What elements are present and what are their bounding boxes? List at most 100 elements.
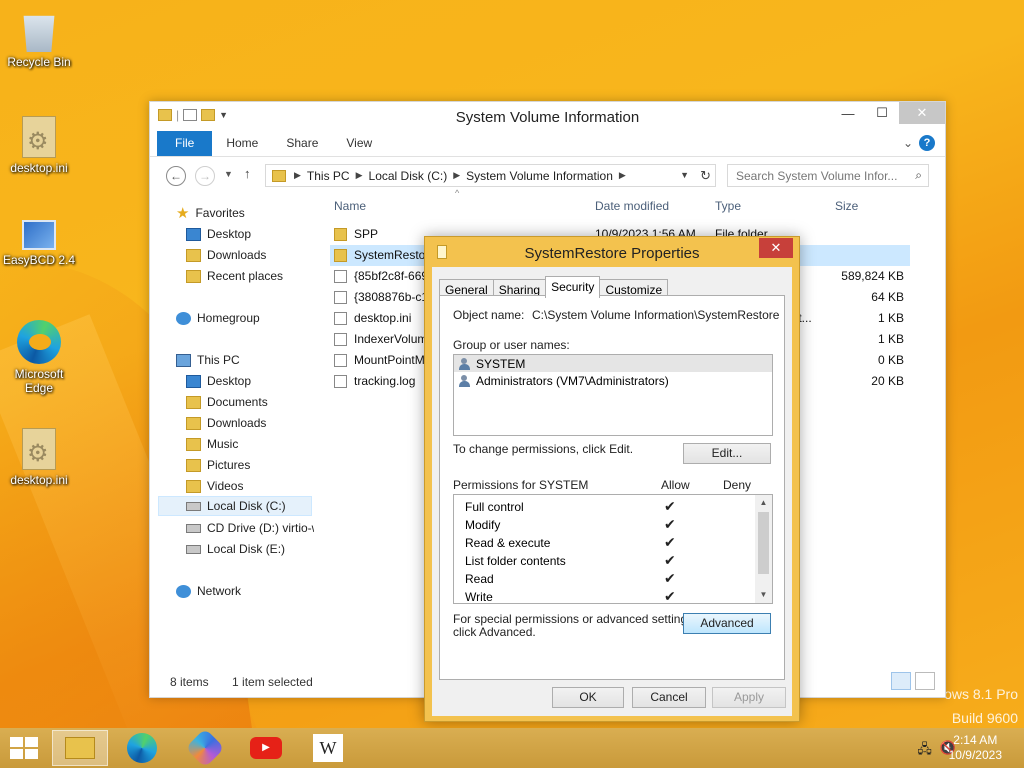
back-button[interactable]: ←: [166, 166, 186, 186]
desktop-icon-desktop-ini[interactable]: desktop.ini: [1, 116, 77, 175]
nav-pc-videos[interactable]: Videos: [186, 476, 243, 496]
dialog-body: General Sharing Security Customize Objec…: [432, 267, 792, 716]
clock[interactable]: 2:14 AM 10/9/2023: [949, 733, 1002, 763]
details-view-icon[interactable]: [891, 672, 911, 690]
explorer-titlebar[interactable]: | ▼ System Volume Information — ☐ ✕: [150, 102, 945, 131]
nav-label: Favorites: [195, 206, 245, 220]
forward-button[interactable]: →: [195, 166, 215, 186]
taskbar-wikipedia[interactable]: W: [300, 730, 356, 766]
wikipedia-icon: W: [313, 734, 343, 762]
file-name: {3808876b-c1: [354, 290, 429, 304]
permission-name: List folder contents: [465, 554, 566, 568]
breadcrumb-local-disk[interactable]: Local Disk (C:): [365, 169, 452, 183]
network-status-icon[interactable]: 🖧: [917, 740, 932, 762]
desktop-icon-label: desktop.ini: [10, 161, 68, 175]
expand-ribbon-icon[interactable]: ⌄: [903, 136, 913, 150]
search-icon[interactable]: ⌕: [915, 168, 922, 183]
nav-label: Homegroup: [197, 311, 260, 325]
file-list-header: Name ^ Date modified Type Size: [330, 188, 950, 216]
nav-pc-desktop[interactable]: Desktop: [186, 371, 251, 391]
address-dropdown-icon[interactable]: ▼: [680, 170, 689, 180]
desktop-icon-easybcd[interactable]: EasyBCD 2.4: [1, 214, 77, 267]
column-date-modified[interactable]: Date modified: [595, 199, 669, 213]
desktop-icon-desktop-ini-2[interactable]: desktop.ini: [1, 428, 77, 487]
tab-security[interactable]: Security: [545, 276, 601, 298]
permission-name: Read: [465, 572, 494, 586]
nav-pc-local-disk-c[interactable]: Local Disk (C:): [158, 496, 312, 516]
permission-row-full-control: Full control ✔: [454, 498, 772, 516]
nav-pc-documents[interactable]: Documents: [186, 392, 268, 412]
nav-fav-downloads[interactable]: Downloads: [186, 245, 266, 265]
dialog-close-button[interactable]: ✕: [759, 238, 793, 258]
dialog-titlebar[interactable]: SystemRestore Properties ✕: [425, 237, 799, 267]
user-row-administrators[interactable]: Administrators (VM7\Administrators): [454, 372, 772, 389]
column-type[interactable]: Type: [715, 199, 741, 213]
up-arrow-icon[interactable]: ↑: [244, 166, 251, 181]
tab-share[interactable]: Share: [272, 131, 332, 156]
scroll-up-icon[interactable]: ▲: [755, 495, 772, 511]
tab-file[interactable]: File: [157, 131, 213, 156]
breadcrumb-this-pc[interactable]: This PC: [303, 169, 354, 183]
nav-pc-local-disk-e[interactable]: Local Disk (E:): [186, 539, 285, 559]
nav-favorites[interactable]: ★ Favorites: [176, 203, 245, 223]
desktop-icon-recycle-bin[interactable]: Recycle Bin: [1, 8, 77, 69]
videos-folder-icon: [186, 479, 201, 493]
nav-fav-desktop[interactable]: Desktop: [186, 224, 251, 244]
taskbar-copilot[interactable]: [177, 728, 233, 768]
maximize-button[interactable]: ☐: [865, 102, 899, 124]
youtube-icon: ▶: [250, 737, 282, 759]
permissions-scrollbar[interactable]: ▲ ▼: [755, 495, 772, 603]
nav-this-pc[interactable]: This PC: [176, 350, 240, 370]
start-button[interactable]: [10, 737, 38, 759]
column-size[interactable]: Size: [835, 199, 858, 213]
users-list: SYSTEM Administrators (VM7\Administrator…: [453, 354, 773, 436]
nav-pc-music[interactable]: Music: [186, 434, 238, 454]
computer-icon: [176, 353, 191, 367]
nav-pc-downloads[interactable]: Downloads: [186, 413, 266, 433]
sort-ascending-icon: ^: [455, 188, 460, 198]
recent-locations-chevron-icon[interactable]: ▼: [224, 169, 233, 179]
nav-pc-cd-drive[interactable]: CD Drive (D:) virtio-w: [186, 518, 314, 538]
nav-network[interactable]: Network: [176, 581, 241, 601]
taskbar-youtube[interactable]: ▶: [238, 730, 294, 766]
search-input[interactable]: Search System Volume Infor... ⌕: [727, 164, 929, 187]
permission-name: Read & execute: [465, 536, 551, 550]
allow-check-icon: ✔: [664, 498, 676, 514]
object-name-value: C:\System Volume Information\SystemResto…: [532, 308, 780, 322]
advanced-button[interactable]: Advanced: [683, 613, 771, 634]
edit-button[interactable]: Edit...: [683, 443, 771, 464]
large-icons-view-icon[interactable]: [915, 672, 935, 690]
close-button[interactable]: ✕: [899, 102, 945, 124]
address-row: ← → ▼ ↑ ▶ This PC ▶ Local Disk (C:) ▶ Sy…: [150, 157, 945, 193]
tab-view[interactable]: View: [332, 131, 386, 156]
scroll-down-icon[interactable]: ▼: [755, 587, 772, 603]
file-name: desktop.ini: [354, 311, 412, 325]
nav-pc-pictures[interactable]: Pictures: [186, 455, 250, 475]
help-icon[interactable]: ?: [919, 135, 935, 151]
clock-date: 10/9/2023: [948, 748, 1002, 762]
breadcrumb-separator-icon[interactable]: ▶: [292, 170, 303, 181]
nav-homegroup[interactable]: Homegroup: [176, 308, 260, 328]
refresh-icon[interactable]: ↻: [700, 168, 711, 184]
taskbar-edge[interactable]: [114, 730, 170, 766]
allow-check-icon: ✔: [664, 570, 676, 586]
desktop-icon-edge[interactable]: Microsoft Edge: [1, 320, 77, 395]
column-name[interactable]: Name: [334, 199, 366, 213]
minimize-button[interactable]: —: [831, 102, 865, 124]
ok-button[interactable]: OK: [552, 687, 624, 708]
tab-home[interactable]: Home: [212, 131, 272, 156]
apply-button[interactable]: Apply: [712, 687, 786, 708]
nav-label: CD Drive (D:) virtio-w: [207, 521, 314, 535]
address-bar[interactable]: ▶ This PC ▶ Local Disk (C:) ▶ System Vol…: [265, 164, 716, 187]
permission-row-read-execute: Read & execute ✔: [454, 534, 772, 552]
cancel-button[interactable]: Cancel: [632, 687, 706, 708]
breadcrumb-separator-icon[interactable]: ▶: [617, 170, 628, 181]
file-size: 1 KB: [877, 332, 904, 346]
breadcrumb-separator-icon[interactable]: ▶: [451, 170, 462, 181]
scroll-thumb[interactable]: [758, 512, 769, 574]
nav-fav-recent-places[interactable]: Recent places: [186, 266, 283, 286]
taskbar-file-explorer[interactable]: [52, 730, 108, 766]
breadcrumb-system-volume[interactable]: System Volume Information: [462, 169, 617, 183]
user-row-system[interactable]: SYSTEM: [454, 355, 772, 372]
breadcrumb-separator-icon[interactable]: ▶: [354, 170, 365, 181]
